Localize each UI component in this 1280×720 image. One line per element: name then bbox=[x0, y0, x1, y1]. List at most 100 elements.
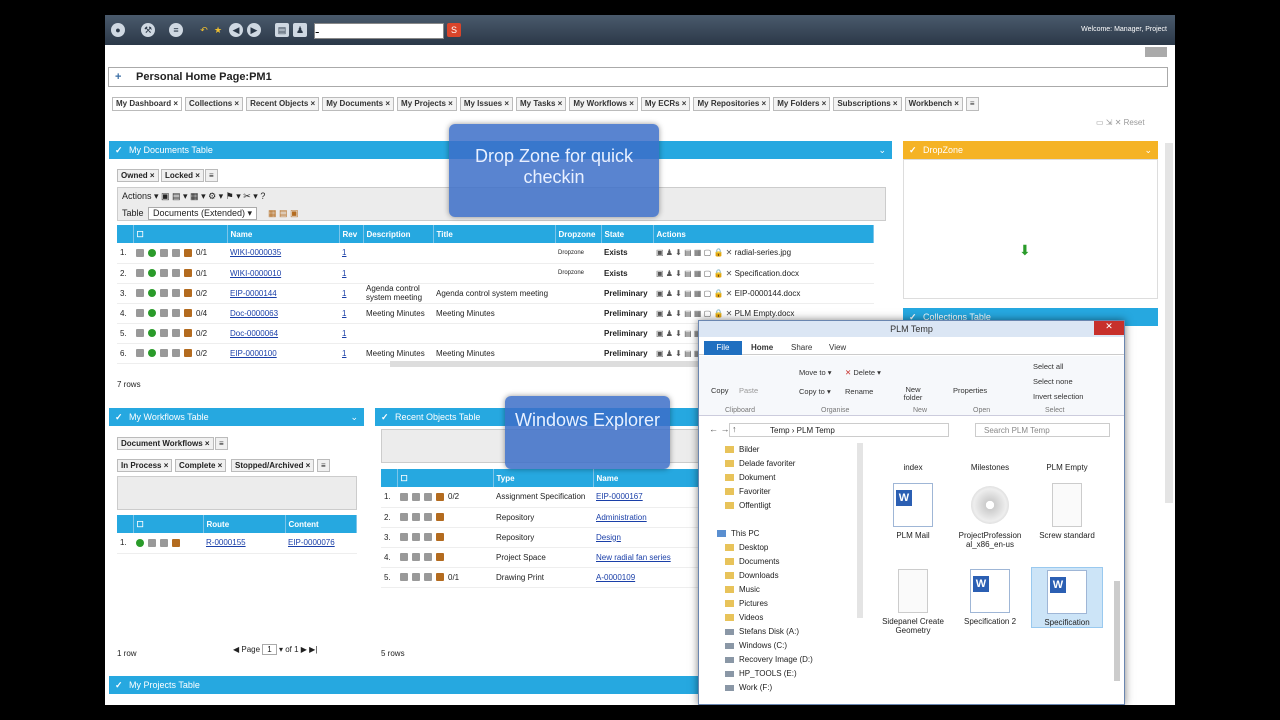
table-row[interactable]: 1. R-0000155 EIP-0000076 bbox=[117, 533, 357, 554]
object-link[interactable]: Administration bbox=[596, 513, 647, 522]
people-icon[interactable]: ♟ bbox=[293, 23, 307, 37]
copy-button[interactable]: Copy bbox=[711, 386, 729, 395]
select-none-button[interactable]: Select none bbox=[1033, 377, 1073, 386]
projects-panel-header[interactable]: ✓ My Projects Table bbox=[109, 676, 709, 694]
tab-subscriptions[interactable]: Subscriptions × bbox=[833, 97, 902, 111]
tab-home[interactable]: Home bbox=[751, 343, 773, 352]
forward-icon[interactable]: ▶ bbox=[247, 23, 261, 37]
file-item[interactable]: PLM Mail bbox=[877, 481, 949, 540]
tab-recent-objects[interactable]: Recent Objects × bbox=[246, 97, 320, 111]
tab-my-ecrs[interactable]: My ECRs × bbox=[640, 97, 691, 111]
tab-view[interactable]: View bbox=[829, 343, 846, 352]
table-row[interactable]: 2. Repository Administration bbox=[381, 507, 703, 528]
col-dropzone[interactable]: Dropzone bbox=[555, 225, 602, 243]
filter-complete[interactable]: Complete × bbox=[175, 459, 227, 472]
tree-item[interactable]: This PC bbox=[717, 527, 857, 541]
table-tools-icon[interactable]: ▦ ▤ ▣ bbox=[268, 208, 299, 219]
object-link[interactable]: New radial fan series bbox=[596, 553, 671, 562]
tab-my-folders[interactable]: My Folders × bbox=[773, 97, 831, 111]
dropzone-cell[interactable]: Dropzone bbox=[555, 243, 601, 264]
tab-locked[interactable]: Locked × bbox=[161, 169, 204, 182]
tab-my-issues[interactable]: My Issues × bbox=[459, 97, 513, 111]
tree-item[interactable]: Videos bbox=[717, 611, 857, 625]
tab-my-tasks[interactable]: My Tasks × bbox=[516, 97, 567, 111]
tab-menu[interactable]: ≡ bbox=[215, 437, 228, 450]
revision[interactable]: 1 bbox=[339, 263, 363, 284]
back-icon[interactable]: ◀ bbox=[229, 23, 243, 37]
tabs-menu[interactable]: ≡ bbox=[965, 97, 979, 111]
col-route[interactable]: Route bbox=[203, 515, 286, 533]
plus-icon[interactable]: + bbox=[115, 71, 121, 83]
tab-workbench[interactable]: Workbench × bbox=[904, 97, 963, 111]
tree-item[interactable]: Documents bbox=[717, 555, 857, 569]
vertical-scrollbar[interactable] bbox=[1165, 143, 1173, 503]
object-link[interactable]: EIP-0000167 bbox=[596, 492, 643, 501]
revision[interactable]: 1 bbox=[339, 303, 363, 324]
attached-file[interactable]: EIP-0000144.docx bbox=[735, 289, 801, 298]
tab-owned[interactable]: Owned × bbox=[117, 169, 159, 182]
tree-item[interactable]: Dokument bbox=[717, 471, 857, 485]
tab-my-dashboard[interactable]: My Dashboard × bbox=[112, 97, 183, 111]
col-type[interactable]: Type bbox=[493, 469, 594, 487]
revision[interactable]: 1 bbox=[339, 283, 363, 304]
library-icon[interactable]: ▤ bbox=[275, 23, 289, 37]
row-actions[interactable]: ▣ ♟ ⬇ ▤ ▦ ▢ 🔒 ✕ radial-series.jpg bbox=[653, 243, 874, 264]
col-content[interactable]: Content bbox=[285, 515, 357, 533]
dropzone-cell[interactable] bbox=[555, 323, 601, 344]
file-item[interactable]: Specification bbox=[1031, 567, 1103, 628]
tools-icon[interactable]: ⚒ bbox=[141, 23, 155, 37]
dropzone-cell[interactable] bbox=[555, 343, 601, 364]
tree-item[interactable]: Windows (C:) bbox=[717, 639, 857, 653]
search-go-icon[interactable]: S bbox=[447, 23, 461, 37]
copy-to-button[interactable]: Copy to ▾ bbox=[799, 387, 831, 396]
document-link[interactable]: EIP-0000100 bbox=[230, 349, 277, 358]
properties-button[interactable]: Properties bbox=[953, 386, 987, 395]
document-link[interactable]: EIP-0000144 bbox=[230, 289, 277, 298]
document-link[interactable]: Doc-0000064 bbox=[230, 329, 278, 338]
tree-item[interactable]: Downloads bbox=[717, 569, 857, 583]
document-link[interactable]: WIKI-0000010 bbox=[230, 269, 281, 278]
tree-item[interactable]: Desktop bbox=[717, 541, 857, 555]
global-search-input[interactable] bbox=[314, 23, 444, 39]
col-state[interactable]: State bbox=[601, 225, 654, 243]
col-description[interactable]: Description bbox=[363, 225, 434, 243]
tree-item[interactable]: Delade favoriter bbox=[717, 457, 857, 471]
object-link[interactable]: Design bbox=[596, 533, 621, 542]
tab-share[interactable]: Share bbox=[791, 343, 812, 352]
close-icon[interactable]: ✕ bbox=[1094, 321, 1124, 335]
pagination[interactable]: ◀ Page 1 ▾ of 1 ▶ ▶| bbox=[233, 644, 317, 655]
tab-my-documents[interactable]: My Documents × bbox=[322, 97, 395, 111]
file-item[interactable]: Sidepanel Create Geometry bbox=[877, 567, 949, 635]
file-item[interactable]: Specification 2 bbox=[954, 567, 1026, 626]
tree-item[interactable]: Offentligt bbox=[717, 499, 857, 513]
tab-collections[interactable]: Collections × bbox=[185, 97, 244, 111]
col-rev[interactable]: Rev bbox=[339, 225, 364, 243]
workflows-panel-header[interactable]: ✓ My Workflows Table ⌄ bbox=[109, 408, 364, 426]
table-row[interactable]: 5. 0/1 Drawing Print A-0000109 bbox=[381, 567, 703, 588]
files-scrollbar[interactable] bbox=[1114, 581, 1120, 681]
select-all-header[interactable]: ☐ bbox=[133, 225, 228, 243]
home-icon[interactable]: ● bbox=[111, 23, 125, 37]
tab-document-workflows[interactable]: Document Workflows × bbox=[117, 437, 214, 450]
revision[interactable]: 1 bbox=[339, 243, 363, 264]
tree-item[interactable]: Pictures bbox=[717, 597, 857, 611]
attached-file[interactable]: radial-series.jpg bbox=[735, 248, 791, 257]
undo-icon[interactable]: ↶ bbox=[197, 23, 211, 37]
dropzone-cell[interactable] bbox=[555, 303, 601, 324]
file-item[interactable]: Milestones bbox=[954, 463, 1026, 472]
file-item[interactable]: ProjectProfession al_x86_en-us bbox=[954, 481, 1026, 549]
actions-menu[interactable]: Actions ▾ ▣ ▤ ▾ ▦ ▾ ⚙ ▾ ⚑ ▾ ✂ ▾ ? bbox=[122, 191, 265, 202]
dropzone-area[interactable]: ⬇ bbox=[903, 159, 1158, 299]
route-link[interactable]: R-0000155 bbox=[206, 538, 246, 547]
filter-in-process[interactable]: In Process × bbox=[117, 459, 173, 472]
window-controls[interactable] bbox=[1145, 47, 1167, 57]
dropzone-cell[interactable] bbox=[555, 283, 601, 304]
tree-item[interactable]: Bilder bbox=[717, 443, 857, 457]
search-input[interactable]: Search PLM Temp bbox=[975, 423, 1110, 437]
move-to-button[interactable]: Move to ▾ bbox=[799, 368, 832, 377]
revision[interactable]: 1 bbox=[339, 323, 363, 344]
table-row[interactable]: 1. 0/2 Assignment Specification EIP-0000167 bbox=[381, 487, 703, 508]
tree-item[interactable]: Stefans Disk (A:) bbox=[717, 625, 857, 639]
dropzone-cell[interactable]: Dropzone bbox=[555, 263, 601, 284]
tab-menu[interactable]: ≡ bbox=[317, 459, 330, 472]
